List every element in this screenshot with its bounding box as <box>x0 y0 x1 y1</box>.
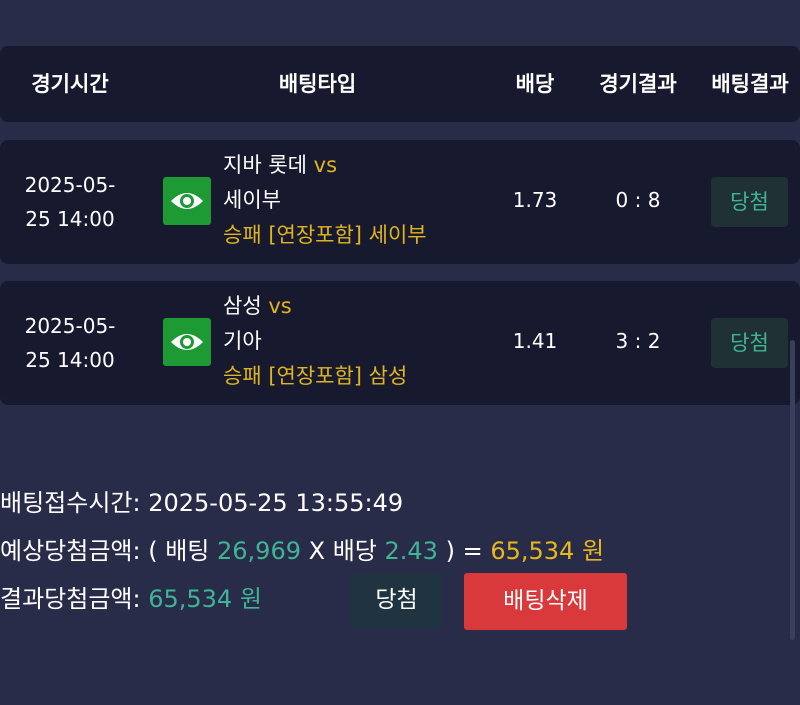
header-bet-type: 배팅타입 <box>278 72 357 96</box>
total-odds: 2.43 <box>384 537 438 565</box>
actual-amount-line: 결과당첨금액: 65,534 원 <box>0 583 262 615</box>
game-time: 2025-05- 25 14:00 <box>0 168 140 236</box>
expected-label: 예상당첨금액: <box>0 537 141 565</box>
bet-type: 승패 [연장포함] 삼성 <box>223 364 408 388</box>
away-team: 세이부 <box>223 188 281 212</box>
game-clock: 25 14:00 <box>25 207 115 231</box>
odds-value: 1.41 <box>512 329 558 353</box>
game-score: 0 : 8 <box>615 188 661 212</box>
home-team: 삼성 <box>223 294 262 318</box>
home-team: 지바 롯데 <box>223 153 307 177</box>
view-match-button[interactable] <box>163 318 211 366</box>
table-row: 2025-05- 25 14:00 삼성 vs 기아 승패 [연장포함] 삼성 … <box>0 281 800 405</box>
bet-type: 승패 [연장포함] 세이부 <box>223 223 427 247</box>
away-team: 기아 <box>223 329 262 353</box>
scrollbar[interactable] <box>790 340 795 640</box>
received-label: 배팅접수시간: <box>0 489 141 517</box>
game-time: 2025-05- 25 14:00 <box>0 309 140 377</box>
delete-bet-button[interactable]: 배팅삭제 <box>464 573 627 630</box>
game-date: 2025-05- <box>24 314 116 338</box>
table-header: 경기시간 배팅타입 배당 경기결과 배팅결과 <box>0 46 800 122</box>
times-odds: X 배당 <box>308 537 377 565</box>
vs-label: vs <box>313 153 338 177</box>
match-info: 삼성 vs 기아 승패 [연장포함] 삼성 <box>223 289 407 394</box>
match-info: 지바 롯데 vs 세이부 승패 [연장포함] 세이부 <box>223 148 427 253</box>
header-game-time: 경기시간 <box>31 72 109 96</box>
header-bet-result: 배팅결과 <box>711 72 789 96</box>
win-status-button[interactable]: 당첨 <box>350 573 443 628</box>
expected-amount: 65,534 원 <box>490 537 605 565</box>
expected-amount-line: 예상당첨금액: ( 배팅 26,969 X 배당 2.43 ) = 65,534… <box>0 535 604 567</box>
result-badge: 당첨 <box>711 318 788 368</box>
game-score: 3 : 2 <box>615 329 661 353</box>
actual-amount: 65,534 원 <box>148 585 262 613</box>
view-match-button[interactable] <box>163 177 211 225</box>
vs-label: vs <box>268 294 292 318</box>
received-time-line: 배팅접수시간: 2025-05-25 13:55:49 <box>0 487 403 519</box>
eye-icon <box>171 193 203 209</box>
expected-open: ( 배팅 <box>148 537 210 565</box>
header-game-result: 경기결과 <box>599 72 677 96</box>
game-clock: 25 14:00 <box>25 348 115 372</box>
actual-label: 결과당첨금액: <box>0 585 141 613</box>
stake-amount: 26,969 <box>217 537 301 565</box>
table-row: 2025-05- 25 14:00 지바 롯데 vs 세이부 승패 [연장포함]… <box>0 140 800 264</box>
close-equals: ) = <box>445 537 483 565</box>
game-date: 2025-05- <box>24 173 116 197</box>
received-value: 2025-05-25 13:55:49 <box>148 489 404 517</box>
result-badge: 당첨 <box>711 177 788 227</box>
header-odds: 배당 <box>515 72 555 96</box>
eye-icon <box>171 334 203 350</box>
odds-value: 1.73 <box>512 188 558 212</box>
